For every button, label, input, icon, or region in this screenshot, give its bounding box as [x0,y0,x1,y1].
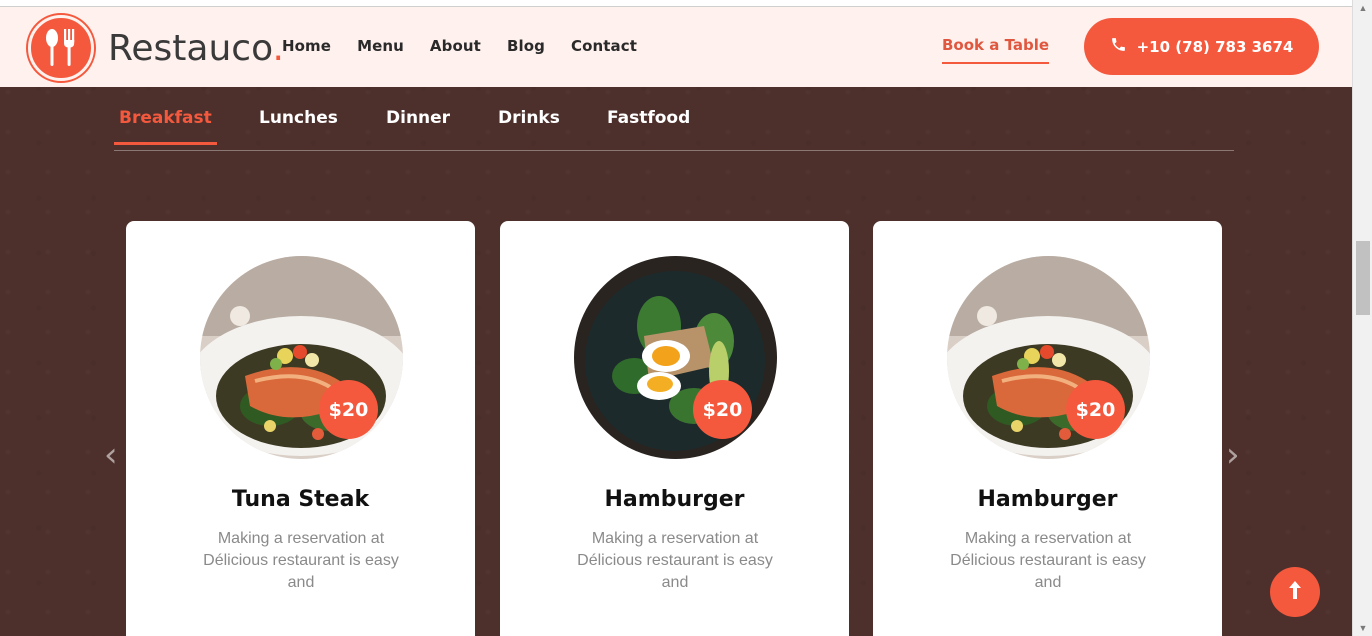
tab-lunches[interactable]: Lunches [259,108,338,142]
nav-menu[interactable]: Menu [357,37,404,55]
page-scrollbar[interactable]: ▲ ▼ [1352,0,1372,636]
site-header: Restauco. Home Menu About Blog Contact B… [0,7,1352,87]
phone-number: +10 (78) 783 3674 [1136,37,1294,56]
chevron-right-icon[interactable]: › [1226,438,1244,472]
dish-image [200,256,403,459]
price-badge: $20 [693,380,752,439]
window-top-edge [0,0,1352,7]
scrollbar-thumb[interactable] [1356,241,1370,315]
tab-drinks[interactable]: Drinks [498,108,560,142]
book-table-link[interactable]: Book a Table [942,36,1050,64]
menu-card[interactable]: $20 Tuna Steak Making a reservation at D… [126,221,475,636]
brand-name: Restauco. [108,27,284,69]
dish-title: Hamburger [604,487,745,512]
menu-tabs: Breakfast Lunches Dinner Drinks Fastfood [114,106,1234,151]
menu-card[interactable]: $20 Hamburger Making a reservation at Dé… [500,221,849,636]
dish-description: Making a reservation at Délicious restau… [577,530,773,591]
nav-blog[interactable]: Blog [507,37,545,55]
tab-breakfast[interactable]: Breakfast [114,108,217,145]
dish-image [947,256,1150,459]
nav-contact[interactable]: Contact [571,37,637,55]
nav-about[interactable]: About [430,37,481,55]
dish-image [574,256,777,459]
tab-fastfood[interactable]: Fastfood [607,108,690,142]
dish-title: Hamburger [977,487,1118,512]
scroll-top-button[interactable] [1270,567,1320,617]
price-badge: $20 [1066,380,1125,439]
nav-home[interactable]: Home [282,37,331,55]
main-nav: Home Menu About Blog Contact [282,37,663,55]
scroll-down-icon[interactable]: ▼ [1353,620,1372,636]
menu-card[interactable]: $20 Hamburger Making a reservation at Dé… [873,221,1222,636]
dish-description: Making a reservation at Délicious restau… [950,530,1146,591]
phone-button[interactable]: +10 (78) 783 3674 [1084,18,1319,75]
arrow-up-icon [1286,579,1304,606]
dish-title: Tuna Steak [231,487,370,512]
logo[interactable]: Restauco. [28,15,284,81]
price-badge: $20 [319,380,378,439]
page: Restauco. Home Menu About Blog Contact B… [0,0,1352,636]
scroll-up-icon[interactable]: ▲ [1353,0,1372,16]
spoon-fork-icon [28,15,94,81]
phone-icon [1110,36,1127,57]
dish-description: Making a reservation at Délicious restau… [203,530,399,591]
chevron-left-icon[interactable]: ‹ [104,438,122,472]
tab-dinner[interactable]: Dinner [386,108,450,142]
